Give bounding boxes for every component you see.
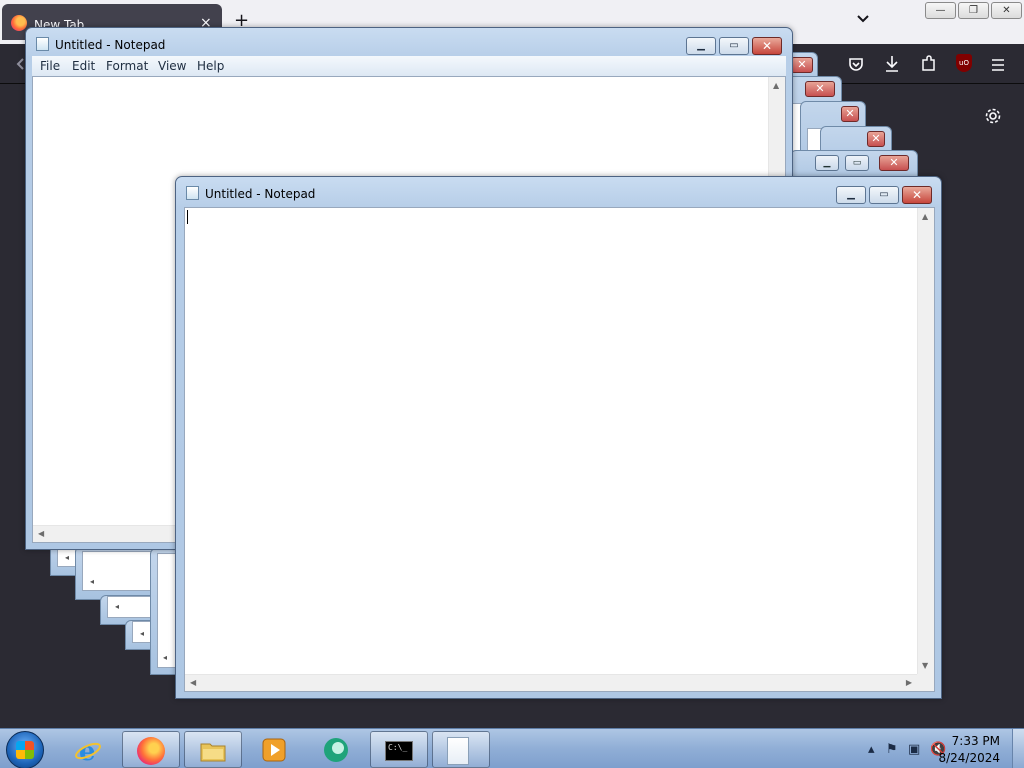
taskbar-internet-explorer[interactable]: e xyxy=(60,731,118,768)
scroll-left-arrow-icon[interactable]: ◀ xyxy=(190,678,196,687)
menu-help[interactable]: Help xyxy=(197,59,224,73)
scroll-right-arrow-icon[interactable]: ▶ xyxy=(906,678,912,687)
text-cursor xyxy=(187,210,188,224)
text-editor-area[interactable]: ▲ ▼ ◀ ▶ xyxy=(184,207,935,692)
firefox-icon xyxy=(11,15,27,31)
close-button[interactable]: ✕ xyxy=(902,186,932,204)
menu-file[interactable]: File xyxy=(40,59,60,73)
menu-view[interactable]: View xyxy=(158,59,186,73)
pocket-icon[interactable] xyxy=(848,56,864,76)
taskbar-media-player[interactable] xyxy=(246,731,304,768)
browser-restore-button[interactable]: ❐ xyxy=(958,2,989,19)
media-player-icon xyxy=(262,738,286,762)
notepad-icon xyxy=(36,37,49,51)
network-icon[interactable]: ▣ xyxy=(908,742,920,757)
taskbar: e C:\_ ▴ ⚑ ▣ 🔇 7:33 PM 8/24/2024 xyxy=(0,728,1024,768)
cmd-icon: C:\_ xyxy=(385,741,413,761)
maximize-icon: ▭ xyxy=(729,40,739,51)
window-title: Untitled - Notepad xyxy=(55,38,166,52)
ublock-origin-icon[interactable]: uO xyxy=(956,54,972,72)
scroll-down-arrow-icon[interactable]: ▼ xyxy=(922,661,928,670)
close-icon: ✕ xyxy=(911,188,923,202)
clock-date: 8/24/2024 xyxy=(938,751,1000,765)
menu-edit[interactable]: Edit xyxy=(72,59,95,73)
taskbar-firefox[interactable] xyxy=(122,731,180,768)
size-grip[interactable] xyxy=(917,674,934,691)
extensions-icon[interactable] xyxy=(920,55,936,77)
taskbar-notepad[interactable] xyxy=(432,731,490,768)
cmd-prompt-label: C:\_ xyxy=(388,743,408,752)
scroll-left-arrow-icon[interactable]: ◂ xyxy=(140,629,144,638)
vertical-scrollbar[interactable]: ▲ ▼ xyxy=(917,208,934,674)
menu-bar: File Edit Format View Help xyxy=(32,56,786,76)
ie-icon: e xyxy=(75,737,101,764)
taskbar-file-explorer[interactable] xyxy=(184,731,242,768)
maximize-button[interactable]: ▭ xyxy=(719,37,749,55)
scroll-left-arrow-icon[interactable]: ◂ xyxy=(115,602,119,611)
scroll-up-arrow-icon[interactable]: ▲ xyxy=(773,81,779,90)
minimize-icon[interactable]: ▁ xyxy=(815,155,839,171)
minimize-icon: ▁ xyxy=(847,189,855,200)
system-tray: ▴ ⚑ ▣ 🔇 7:33 PM 8/24/2024 xyxy=(844,729,1024,768)
close-button[interactable]: ✕ xyxy=(752,37,782,55)
settings-gear-icon[interactable] xyxy=(984,107,1002,129)
notepad-window-front[interactable]: Untitled - Notepad ▁ ▭ ✕ ▲ ▼ ◀ ▶ xyxy=(175,176,942,699)
close-icon[interactable]: ✕ xyxy=(791,57,813,73)
close-icon[interactable]: ✕ xyxy=(879,155,909,171)
minimize-button[interactable]: ▁ xyxy=(836,186,866,204)
show-desktop-button[interactable] xyxy=(1012,729,1024,768)
close-icon[interactable]: ✕ xyxy=(867,131,885,147)
close-icon[interactable]: ✕ xyxy=(841,106,859,122)
downloads-icon[interactable] xyxy=(884,55,900,77)
close-icon[interactable]: ✕ xyxy=(805,81,835,97)
notepad-icon xyxy=(186,186,199,200)
list-all-tabs-button[interactable] xyxy=(856,12,870,28)
start-button[interactable] xyxy=(6,731,44,768)
minimize-button[interactable]: ▁ xyxy=(686,37,716,55)
taskbar-messenger[interactable] xyxy=(308,731,366,768)
minimize-icon: ▁ xyxy=(697,40,705,51)
taskbar-command-prompt[interactable]: C:\_ xyxy=(370,731,428,768)
scroll-up-arrow-icon[interactable]: ▲ xyxy=(922,212,928,221)
scroll-left-arrow-icon[interactable]: ◀ xyxy=(38,529,44,538)
menu-format[interactable]: Format xyxy=(106,59,148,73)
app-menu-icon[interactable] xyxy=(991,56,1005,75)
folder-icon xyxy=(200,743,226,762)
show-hidden-icons-arrow-icon[interactable]: ▴ xyxy=(868,742,875,757)
windows-logo-icon xyxy=(16,741,34,759)
svg-text:e: e xyxy=(79,737,96,764)
maximize-button[interactable]: ▭ xyxy=(869,186,899,204)
messenger-icon xyxy=(324,738,348,762)
maximize-icon: ▭ xyxy=(879,189,889,200)
browser-close-button[interactable]: ✕ xyxy=(991,2,1022,19)
clock-time: 7:33 PM xyxy=(951,734,1000,748)
scroll-left-arrow-icon[interactable]: ◂ xyxy=(163,653,167,662)
horizontal-scrollbar[interactable]: ◀ ▶ xyxy=(185,674,917,691)
notepad-icon xyxy=(447,737,469,765)
scroll-left-arrow-icon[interactable]: ◂ xyxy=(90,577,94,586)
maximize-icon[interactable]: ▭ xyxy=(845,155,869,171)
firefox-icon xyxy=(137,737,165,765)
title-bar[interactable]: Untitled - Notepad ▁ ▭ ✕ xyxy=(176,177,941,205)
action-center-flag-icon[interactable]: ⚑ xyxy=(886,742,898,757)
title-bar[interactable]: Untitled - Notepad ▁ ▭ ✕ xyxy=(26,28,792,56)
close-icon: ✕ xyxy=(761,39,773,53)
window-title: Untitled - Notepad xyxy=(205,187,316,201)
browser-minimize-button[interactable]: — xyxy=(925,2,956,19)
scroll-left-arrow-icon[interactable]: ◂ xyxy=(65,553,69,562)
